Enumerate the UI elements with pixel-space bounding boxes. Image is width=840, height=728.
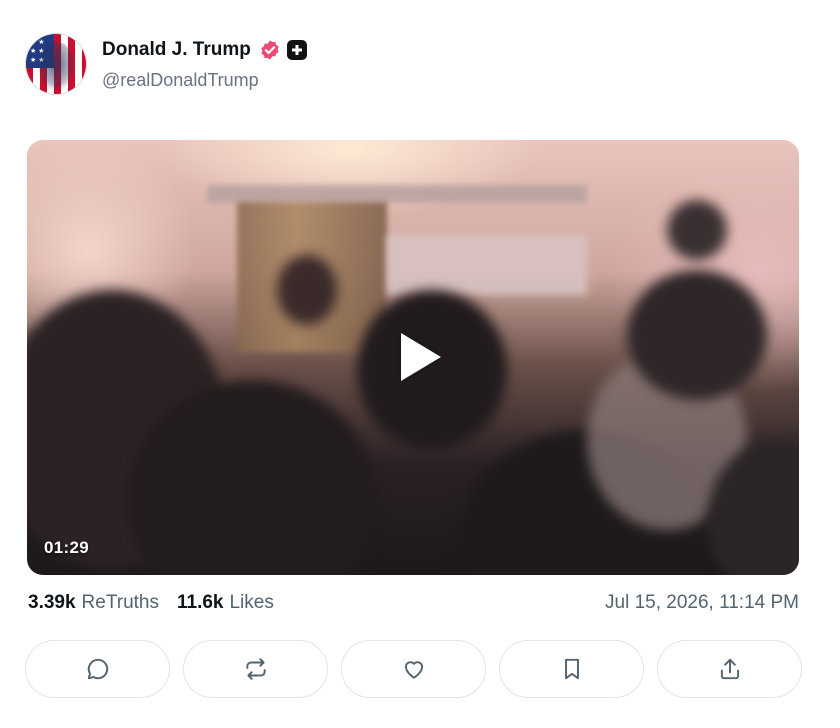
likes-stat[interactable]: 11.6k Likes [177,592,274,614]
retruth-button[interactable] [183,640,328,698]
retruths-stat[interactable]: 3.39k ReTruths [28,592,159,614]
comment-icon [87,658,108,680]
likes-count: 11.6k [176,592,224,613]
name-row: Donald J. Trump [102,38,307,62]
video-figure [627,270,767,400]
video-figure [277,255,337,325]
avatar-face [38,42,74,90]
post-header: Donald J. Trump @realDonaldTrump [26,34,307,94]
plus-square-icon [286,39,307,60]
video-figure [667,200,727,260]
post-stats: 3.39k ReTruths 11.6k Likes Jul 15, 2026, 1… [28,592,799,614]
retruths-label: ReTruths [81,592,159,613]
share-icon [720,658,739,680]
action-bar [25,640,802,698]
avatar[interactable] [26,34,86,94]
like-button[interactable] [341,640,486,698]
video-duration: 01:29 [44,538,89,557]
repost-icon [245,658,266,680]
likes-label: Likes [229,592,274,613]
bookmark-icon [564,658,579,680]
display-name[interactable]: Donald J. Trump [102,39,251,61]
author-info: Donald J. Trump @realDonaldTrump [102,38,307,91]
verified-badge-icon [259,39,281,61]
video-background-beam [207,185,587,203]
video-background-shelf [387,235,587,295]
heart-icon [404,661,423,679]
handle[interactable]: @realDonaldTrump [102,70,307,91]
bookmark-button[interactable] [499,640,644,698]
retruths-count: 3.39k [28,592,76,613]
truth-post: Donald J. Trump @realDonaldTrump [0,0,840,728]
post-timestamp[interactable]: Jul 15, 2026, 11:14 PM [605,592,799,614]
share-button[interactable] [657,640,802,698]
video-player[interactable]: 01:29 [27,140,799,575]
reply-button[interactable] [25,640,170,698]
play-icon[interactable] [387,328,445,386]
